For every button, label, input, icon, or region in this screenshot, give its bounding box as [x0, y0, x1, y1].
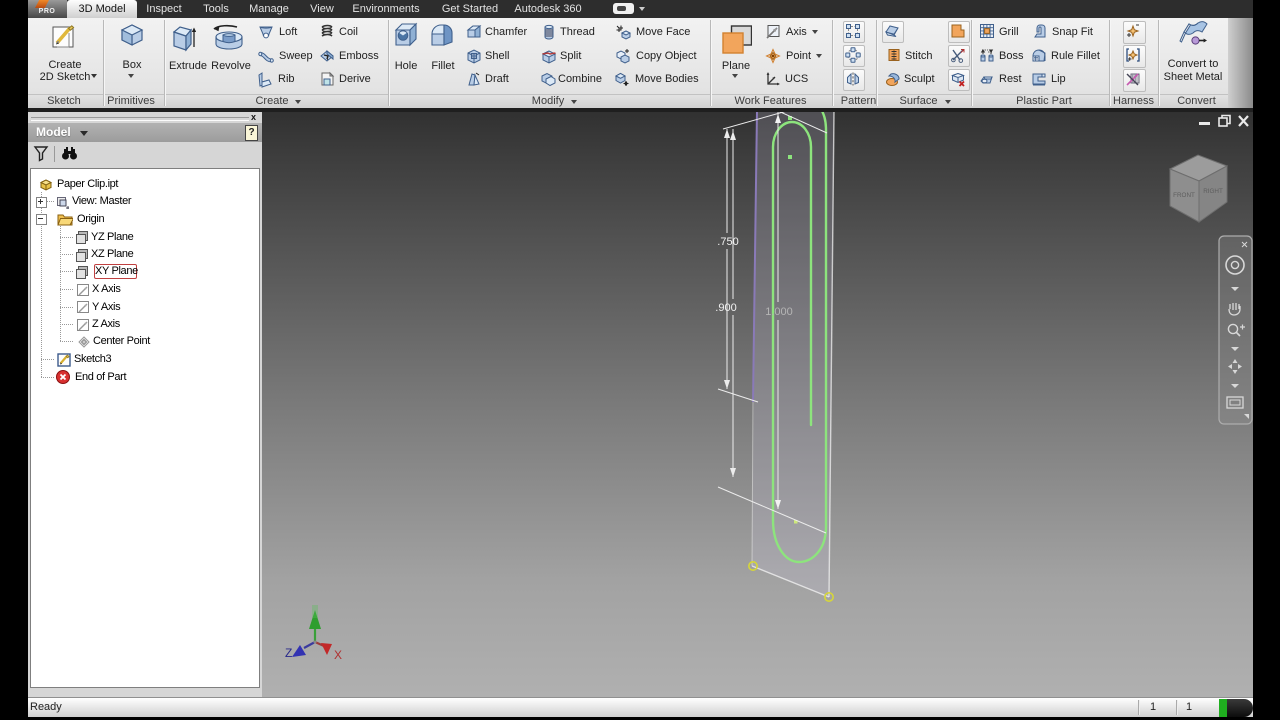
- svg-text:RIGHT: RIGHT: [1203, 188, 1223, 195]
- svg-text:FRONT: FRONT: [1173, 192, 1195, 199]
- svg-text:X: X: [334, 648, 342, 662]
- svg-text:.900: .900: [715, 302, 736, 314]
- svg-text:.750: .750: [717, 236, 738, 248]
- svg-text:1.000: 1.000: [765, 306, 793, 318]
- svg-text:Z: Z: [285, 646, 292, 660]
